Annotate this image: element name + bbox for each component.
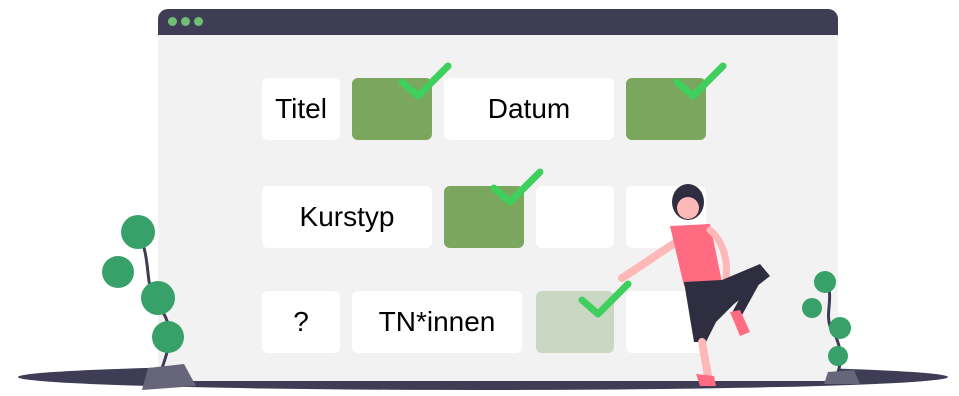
checkmark-icon [673,62,727,100]
window-dot-2[interactable] [181,17,190,26]
plant-icon [802,271,860,384]
window-dot-1[interactable] [168,17,177,26]
field-datum[interactable]: Datum [444,78,614,140]
field-label-question: ? [293,306,309,337]
person-illustration [618,184,770,386]
field-titel[interactable]: Titel [262,78,340,140]
field-tn-innen[interactable]: TN*innen [352,291,522,353]
field-kurstyp[interactable]: Kurstyp [262,186,432,248]
checkmark-icon [490,168,544,206]
field-label-kurstyp: Kurstyp [299,201,395,232]
field-label-datum: Datum [487,93,571,124]
field-question[interactable]: ? [262,291,340,353]
window-titlebar [158,9,838,35]
empty-field-1[interactable] [536,186,614,248]
checkmark-icon [398,62,452,100]
plant-icon [102,215,196,390]
field-label-tn-innen: TN*innen [378,306,496,337]
window-dot-3[interactable] [194,17,203,26]
field-label-titel: Titel [275,93,327,124]
